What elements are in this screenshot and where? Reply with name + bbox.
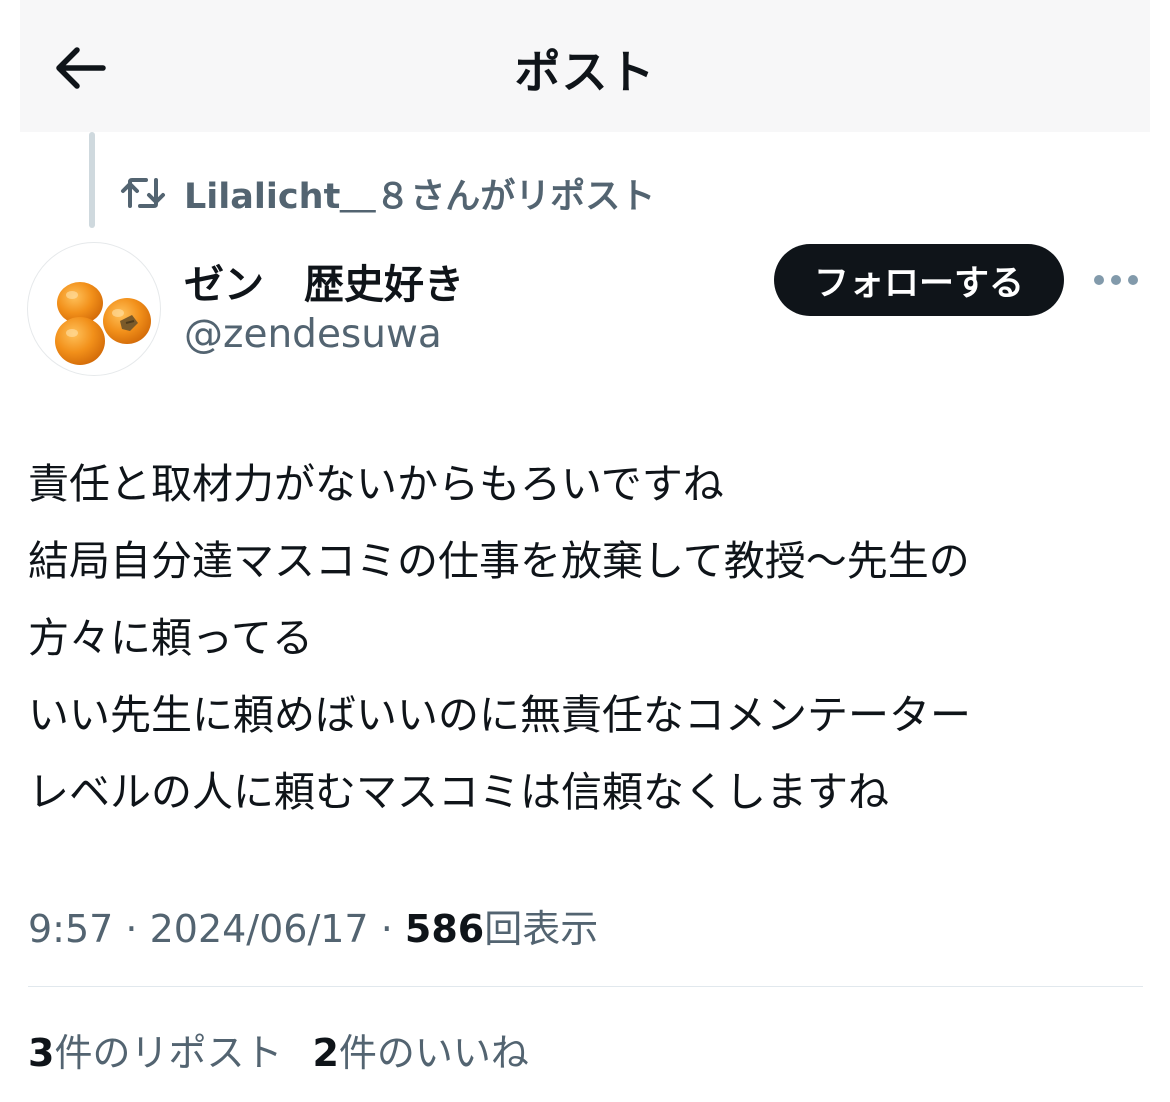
likes-count: 2 <box>312 1031 339 1075</box>
views-label: 回表示 <box>484 907 599 951</box>
more-horizontal-icon <box>1094 275 1138 285</box>
repost-context-text: Lilalicht＿８さんがリポスト <box>184 176 656 217</box>
post-text-line: いい先生に頼めばいいのに無責任なコメンテーター <box>28 691 971 739</box>
post-date[interactable]: 2024/06/17 <box>150 907 369 951</box>
follow-button[interactable]: フォローする <box>774 244 1064 316</box>
meta-separator: · <box>113 907 150 951</box>
post-text: 責任と取材力がないからもろいですね 結局自分達マスコミの仕事を放棄して教授〜先生… <box>28 446 1148 831</box>
views-count: 586 <box>404 907 485 951</box>
post-time[interactable]: 9:57 <box>28 907 113 951</box>
author-handle[interactable]: @zendesuwa <box>184 312 442 357</box>
reposts-stat[interactable]: 3件のリポスト <box>28 1022 282 1077</box>
page-title: ポスト <box>514 45 656 99</box>
post-text-line: 責任と取材力がないからもろいですね <box>28 460 724 508</box>
meta-separator: · <box>368 907 405 951</box>
repost-icon <box>121 178 165 208</box>
post-text-line: 結局自分達マスコミの仕事を放棄して教授〜先生の <box>28 537 970 585</box>
likes-label: 件のいいね <box>338 1031 529 1075</box>
post-meta: 9:57 · 2024/06/17 · 586回表示 <box>28 898 598 953</box>
post-text-line: 方々に頼ってる <box>28 614 313 662</box>
repost-context[interactable]: Lilalicht＿８さんがリポスト <box>120 168 655 218</box>
persimmon-fruit-avatar <box>55 282 151 365</box>
reposts-label: 件のリポスト <box>54 1031 283 1075</box>
avatar[interactable] <box>27 242 161 376</box>
engagement-stats: 3件のリポスト 2件のいいね <box>28 1022 529 1077</box>
reposts-count: 3 <box>28 1031 55 1075</box>
author-display-name[interactable]: ゼン 歴史好き <box>184 252 464 310</box>
post-text-line: レベルの人に頼むマスコミは信頼なくしますね <box>28 768 889 816</box>
more-options-button[interactable] <box>1092 262 1140 298</box>
top-bar: ポスト <box>20 0 1150 132</box>
likes-stat[interactable]: 2件のいいね <box>312 1022 528 1077</box>
divider <box>28 986 1143 987</box>
thread-connector-line <box>89 132 95 228</box>
